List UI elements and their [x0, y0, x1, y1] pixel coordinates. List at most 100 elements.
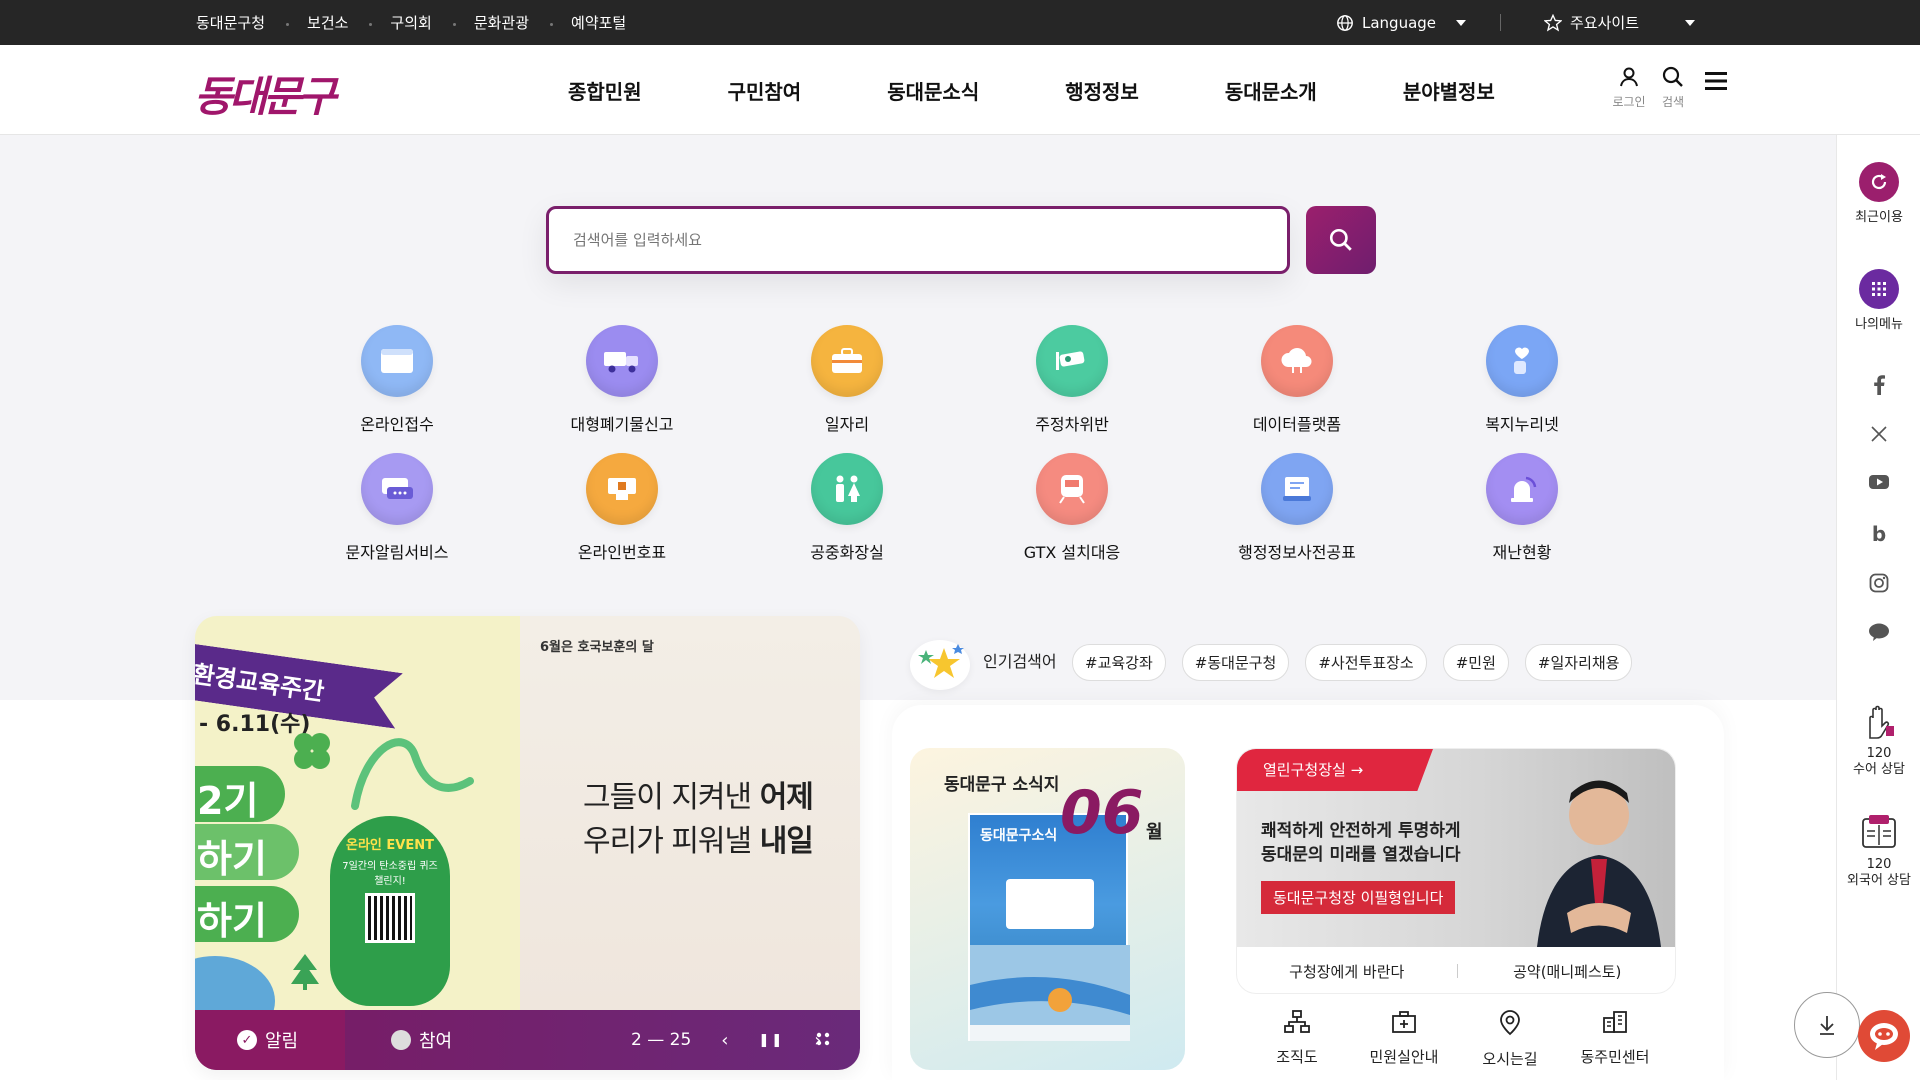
chatbot-button[interactable] [1858, 1010, 1910, 1062]
header-utility-icons: 로그인 검색 [1612, 65, 1688, 110]
mayor-slogan: 쾌적하게 안전하게 투명하게 동대문의 미래를 열겠습니다 [1261, 819, 1461, 867]
mayor-link-suggestion[interactable]: 구청장에게 바란다 [1237, 961, 1457, 982]
chevron-left-icon[interactable]: ‹ [721, 1030, 728, 1051]
tag-civil-complaint[interactable]: #민원 [1442, 644, 1509, 681]
quick-menu-welfare[interactable]: 복지누리넷 [1422, 325, 1622, 435]
quick-menu-online-reception[interactable]: 온라인접수 [297, 325, 497, 435]
top-link-health-center[interactable]: 보건소 [307, 12, 374, 33]
top-link-culture[interactable]: 문화관광 [474, 12, 554, 33]
quick-menu-online-ticket[interactable]: 온라인번호표 [522, 453, 722, 563]
login-button[interactable]: 로그인 [1612, 65, 1646, 110]
chatbot-icon [1870, 1023, 1898, 1050]
quickbar-recent[interactable]: 최근이용 [1837, 162, 1920, 226]
grid-dots-icon[interactable] [816, 1032, 830, 1046]
quick-menu-bulky-waste[interactable]: 대형폐기물신고 [522, 325, 722, 435]
search-input[interactable] [549, 209, 1287, 271]
kiosk-icon [586, 453, 658, 525]
nav-field-info[interactable]: 분야별정보 [1403, 76, 1495, 105]
quickbar-sign-line2: 수어 상담 [1853, 762, 1905, 777]
tag-early-voting[interactable]: #사전투표장소 [1305, 644, 1427, 681]
search-submit-button[interactable] [1306, 206, 1376, 274]
quick-menu-label: 대형폐기물신고 [570, 415, 674, 434]
quickbar-foreign-language[interactable]: 120 외국어 상담 [1837, 815, 1920, 889]
quick-menu-label: 공중화장실 [810, 543, 884, 562]
x-twitter-icon[interactable] [1837, 425, 1920, 443]
quick-menu-label: 복지누리넷 [1485, 415, 1559, 434]
mayor-slogan-line1: 쾌적하게 안전하게 투명하게 [1261, 821, 1461, 841]
grid-icon [1859, 269, 1899, 309]
top-link-reservation[interactable]: 예약포털 [571, 12, 626, 33]
quick-menu-label: GTX 설치대응 [1023, 543, 1121, 562]
open-mayor-office-badge[interactable]: 열린구청장실 → [1237, 749, 1433, 791]
quickbar-sign-language[interactable]: 120 수어 상담 [1837, 700, 1920, 778]
event-text: 7일간의 탄소중립 퀴즈 챌린지! [342, 861, 438, 887]
top-link-council[interactable]: 구의회 [390, 12, 457, 33]
tab-participate[interactable]: 참여 [345, 1010, 452, 1070]
briefcase-icon [811, 325, 883, 397]
major-sites-selector[interactable]: 주요사이트 [1544, 0, 1696, 45]
top-link-district-office[interactable]: 동대문구청 [196, 12, 290, 33]
event-badge[interactable]: 온라인 EVENT 7일간의 탄소중립 퀴즈 챌린지! [330, 816, 450, 1006]
qr-code-icon [365, 893, 415, 943]
popular-stars-icon [910, 640, 970, 690]
quick-menu-gtx[interactable]: GTX 설치대응 [972, 453, 1172, 563]
tab-notice[interactable]: ✓ 알림 [195, 1010, 345, 1070]
main-banner-slider[interactable]: 환경교육주간 - 6.11(수) 2기 하기 하기 온라인 EVENT 7일간의… [195, 616, 860, 1070]
service-directions[interactable]: 오시는길 [1455, 1010, 1565, 1069]
quick-menu-public-restroom[interactable]: 공중화장실 [747, 453, 947, 563]
headline-line2-a: 우리가 피워낼 [583, 824, 760, 859]
foreign-language-book-icon [1862, 815, 1896, 848]
quick-menu-parking-violation[interactable]: 주정차위반 [972, 325, 1172, 435]
scroll-down-button[interactable] [1794, 992, 1860, 1058]
pause-icon[interactable]: ❚❚ [758, 1033, 784, 1048]
tag-district-office[interactable]: #동대문구청 [1181, 644, 1290, 681]
service-org-chart[interactable]: 조직도 [1242, 1010, 1352, 1067]
quickbar-sign-line1: 120 [1866, 746, 1892, 761]
facebook-icon[interactable] [1837, 375, 1920, 395]
hamburger-menu-icon[interactable] [1703, 69, 1729, 93]
mayor-slogan-line2: 동대문의 미래를 열겠습니다 [1261, 845, 1461, 865]
quick-menu-data-platform[interactable]: 데이터플랫폼 [1197, 325, 1397, 435]
cctv-icon [1036, 325, 1108, 397]
banner-control-bar: ✓ 알림 참여 2 — 25 ‹ ❚❚ › [195, 1010, 860, 1070]
alarm-icon [1486, 453, 1558, 525]
search-button-header[interactable]: 검색 [1658, 65, 1688, 110]
nav-about[interactable]: 동대문소개 [1225, 76, 1317, 105]
blog-icon[interactable]: b [1837, 522, 1920, 546]
instagram-icon[interactable] [1837, 573, 1920, 593]
mayor-link-manifesto[interactable]: 공약(매니페스토) [1458, 961, 1676, 982]
quickbar-recent-label: 최근이용 [1855, 210, 1903, 225]
site-logo[interactable]: 동대문구 [194, 63, 337, 124]
main-header: 동대문구 종합민원 구민참여 동대문소식 행정정보 동대문소개 분야별정보 로그… [0, 45, 1920, 135]
kakaotalk-icon[interactable] [1837, 623, 1920, 641]
globe-icon [1337, 14, 1353, 31]
quickbar-my-menu[interactable]: 나의메뉴 [1837, 269, 1920, 333]
quick-menu-jobs[interactable]: 일자리 [747, 325, 947, 435]
service-civil-office[interactable]: 민원실안내 [1349, 1010, 1459, 1067]
nav-news[interactable]: 동대문소식 [887, 76, 979, 105]
mayor-card[interactable]: 열린구청장실 → 쾌적하게 안전하게 투명하게 동대문의 미래를 열겠습니다 동… [1236, 748, 1676, 994]
newsletter-card[interactable]: 동대문구 소식지 동대문구소식 06 월 [910, 748, 1185, 1070]
quick-menu-disaster-status[interactable]: 재난현황 [1422, 453, 1622, 563]
banner-green-text-3: 하기 [195, 886, 299, 943]
service-label: 오시는길 [1482, 1050, 1538, 1068]
language-selector[interactable]: Language [1336, 0, 1467, 45]
quick-menu-label: 온라인접수 [360, 415, 434, 434]
nav-participation[interactable]: 구민참여 [728, 76, 802, 105]
heart-hand-icon [1486, 325, 1558, 397]
tag-education[interactable]: #교육강좌 [1072, 644, 1166, 681]
quick-menu-sms-alert[interactable]: 문자알림서비스 [297, 453, 497, 563]
nav-admin-info[interactable]: 행정정보 [1065, 76, 1139, 105]
tree-icon [291, 954, 319, 990]
truck-icon [586, 325, 658, 397]
banner-month-note: 6월은 호국보훈의 달 [540, 640, 654, 655]
youtube-icon[interactable] [1837, 475, 1920, 489]
nav-civil-service[interactable]: 종합민원 [568, 76, 642, 105]
service-label: 동주민센터 [1580, 1048, 1650, 1066]
quick-menu-admin-disclosure[interactable]: 행정정보사전공표 [1197, 453, 1397, 563]
service-community-center[interactable]: 동주민센터 [1560, 1010, 1670, 1067]
mayor-name-tag: 동대문구청장 이필형입니다 [1261, 881, 1456, 914]
newsletter-title: 동대문구 소식지 [944, 775, 1060, 795]
banner-slide-environment[interactable]: 환경교육주간 - 6.11(수) 2기 하기 하기 온라인 EVENT 7일간의… [195, 616, 520, 1046]
tag-job-hiring[interactable]: #일자리채용 [1524, 644, 1633, 681]
